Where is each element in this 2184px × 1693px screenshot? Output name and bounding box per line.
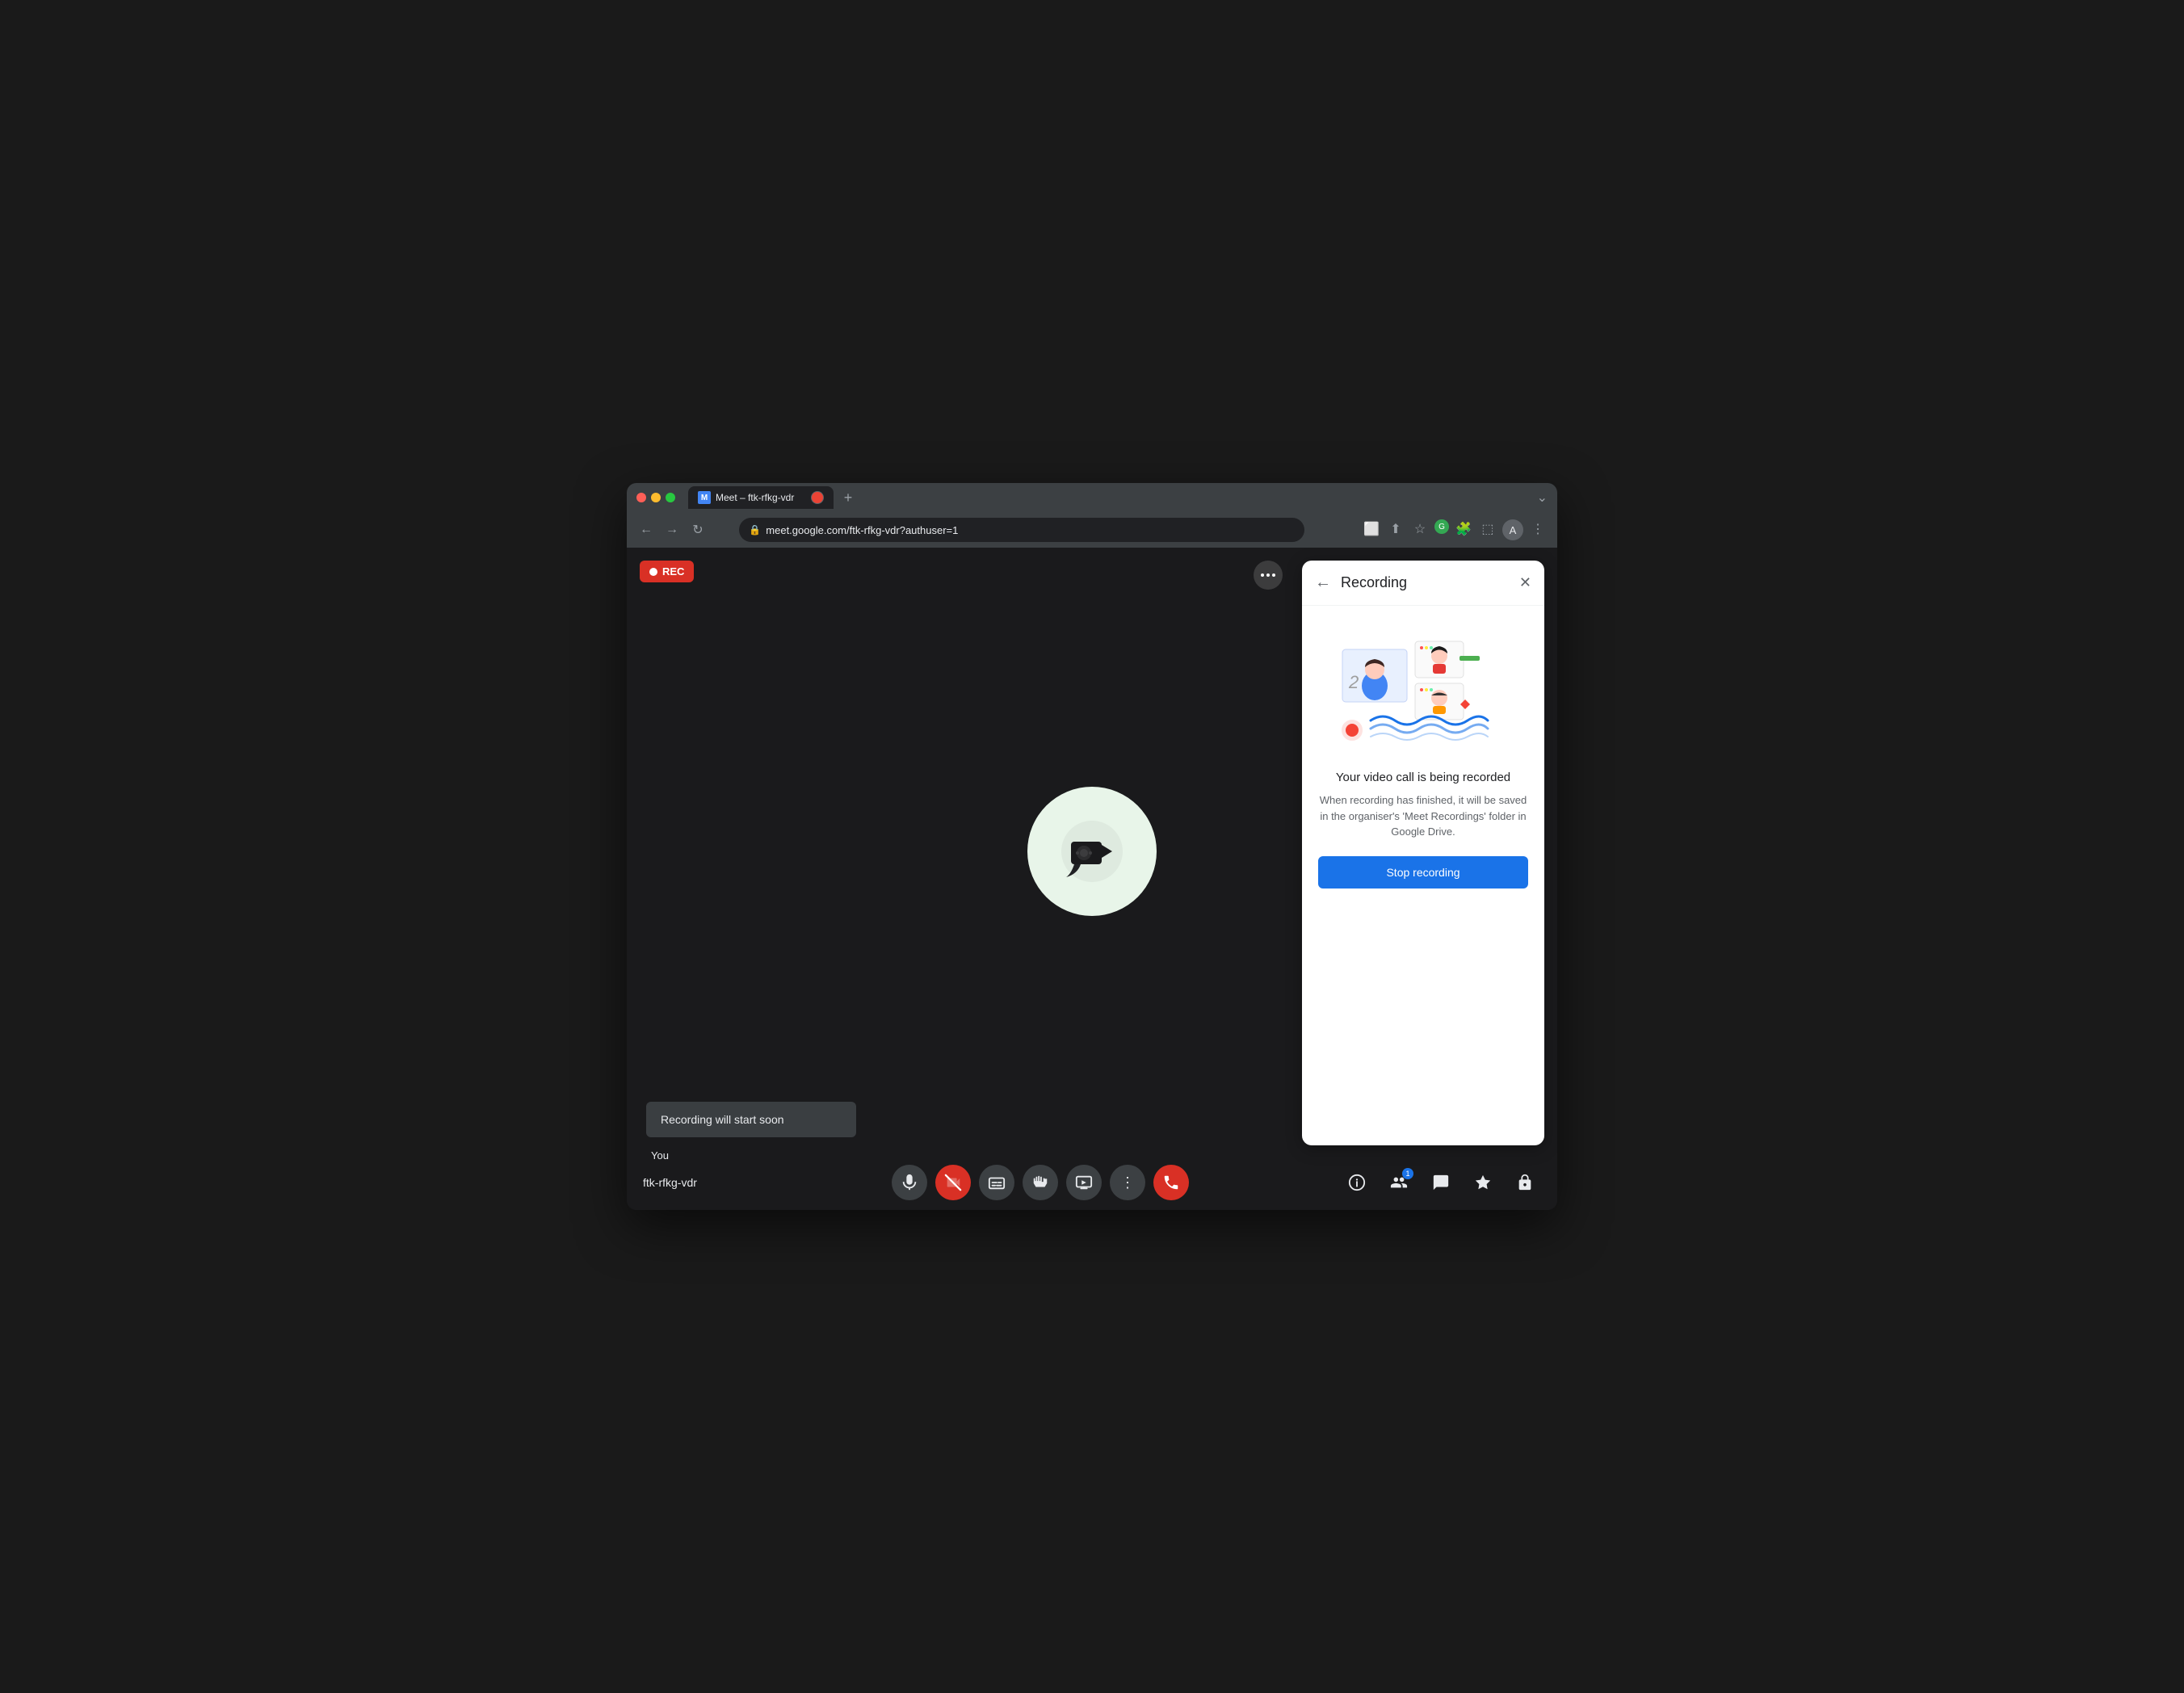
end-call-icon <box>1162 1174 1180 1191</box>
tab-recording-indicator <box>812 492 823 503</box>
svg-text:2: 2 <box>1348 672 1359 692</box>
more-options-button[interactable] <box>1254 561 1283 590</box>
recording-toast-text: Recording will start soon <box>661 1113 784 1126</box>
rec-label: REC <box>662 565 684 578</box>
active-tab[interactable]: M Meet – ftk-rfkg-vdr <box>688 486 834 509</box>
split-view-button[interactable]: ⬚ <box>1478 519 1497 539</box>
meet-content: REC <box>627 548 1557 1210</box>
forward-button[interactable]: → <box>662 520 682 540</box>
captions-button[interactable] <box>979 1165 1014 1200</box>
panel-title: Recording <box>1341 574 1510 591</box>
recording-panel: ← Recording ✕ <box>1302 561 1544 1145</box>
safety-button[interactable] <box>1509 1166 1541 1199</box>
extensions-button[interactable]: 🧩 <box>1454 519 1473 539</box>
maximize-window-button[interactable] <box>666 493 675 502</box>
refresh-icon: ↻ <box>692 522 703 538</box>
title-bar: M Meet – ftk-rfkg-vdr + ⌄ <box>627 483 1557 512</box>
profile-button[interactable]: A <box>1502 519 1523 540</box>
collapse-icon[interactable]: ⌄ <box>1537 489 1548 506</box>
controls-right: 1 <box>1341 1166 1541 1199</box>
bottom-bar: ftk-rfkg-vdr <box>627 1155 1557 1210</box>
panel-text-section: Your video call is being recorded When r… <box>1318 771 1528 840</box>
forward-icon: → <box>666 523 678 537</box>
people-badge: 1 <box>1402 1168 1413 1179</box>
info-icon <box>1348 1174 1366 1191</box>
mic-icon <box>901 1174 918 1191</box>
refresh-button[interactable]: ↻ <box>688 520 708 540</box>
panel-back-button[interactable]: ← <box>1315 573 1331 592</box>
browser-window: M Meet – ftk-rfkg-vdr + ⌄ ← → ↻ 🔒 meet.g… <box>627 483 1557 1210</box>
back-icon: ← <box>640 523 653 537</box>
more-chrome-button[interactable]: ⋮ <box>1528 519 1548 539</box>
three-dots-icon <box>1261 573 1275 577</box>
camera-placeholder <box>1027 787 1157 916</box>
browser-actions: ⬜ ⬆ ☆ G 🧩 ⬚ A ⋮ <box>1362 519 1548 540</box>
tab-bar: M Meet – ftk-rfkg-vdr + <box>688 486 1531 509</box>
minimize-window-button[interactable] <box>651 493 661 502</box>
present-icon <box>1075 1174 1093 1191</box>
panel-header: ← Recording ✕ <box>1302 561 1544 606</box>
close-icon: ✕ <box>1519 574 1531 591</box>
rec-badge: REC <box>640 561 694 582</box>
tab-favicon: M <box>698 491 711 504</box>
tab-close-button[interactable] <box>811 491 824 504</box>
share-button[interactable]: ⬆ <box>1386 519 1405 539</box>
more-button[interactable]: ⋮ <box>1110 1165 1145 1200</box>
captions-icon <box>988 1174 1006 1191</box>
panel-sub-text: When recording has finished, it will be … <box>1318 792 1528 840</box>
mic-button[interactable] <box>892 1165 927 1200</box>
meeting-name: ftk-rfkg-vdr <box>643 1176 740 1189</box>
window-controls: ⌄ <box>1537 489 1548 506</box>
tab-title: Meet – ftk-rfkg-vdr <box>716 492 794 503</box>
recording-illustration: 2 <box>1334 625 1512 754</box>
panel-main-text: Your video call is being recorded <box>1318 771 1528 784</box>
url-text: meet.google.com/ftk-rfkg-vdr?authuser=1 <box>766 524 958 536</box>
you-label: You <box>651 1149 669 1162</box>
bookmark-button[interactable]: ☆ <box>1410 519 1430 539</box>
camera-icon <box>1060 819 1124 884</box>
panel-body: 2 Your video call is being recorded When… <box>1302 606 1544 908</box>
stop-recording-button[interactable]: Stop recording <box>1318 856 1528 889</box>
new-tab-button[interactable]: + <box>837 486 859 509</box>
lock-icon: 🔒 <box>749 524 761 536</box>
people-button[interactable]: 1 <box>1383 1166 1415 1199</box>
recording-toast: Recording will start soon <box>646 1102 856 1137</box>
hand-icon <box>1031 1174 1049 1191</box>
close-window-button[interactable] <box>636 493 646 502</box>
more-vertical-icon: ⋮ <box>1120 1174 1135 1191</box>
safety-lock-icon <box>1516 1174 1534 1191</box>
activities-icon <box>1474 1174 1492 1191</box>
raise-hand-button[interactable] <box>1023 1165 1058 1200</box>
url-bar[interactable]: 🔒 meet.google.com/ftk-rfkg-vdr?authuser=… <box>739 518 1304 542</box>
google-account-icon[interactable]: G <box>1434 519 1449 534</box>
rec-dot <box>649 568 657 576</box>
activities-button[interactable] <box>1467 1166 1499 1199</box>
back-arrow-icon: ← <box>1315 573 1331 592</box>
video-off-icon <box>944 1174 962 1191</box>
controls-center: ⋮ <box>892 1165 1189 1200</box>
end-call-button[interactable] <box>1153 1165 1189 1200</box>
chat-button[interactable] <box>1425 1166 1457 1199</box>
present-button[interactable] <box>1066 1165 1102 1200</box>
chat-icon <box>1432 1174 1450 1191</box>
back-button[interactable]: ← <box>636 520 656 540</box>
panel-close-button[interactable]: ✕ <box>1519 574 1531 591</box>
traffic-lights <box>636 493 675 502</box>
camera-button[interactable]: ⬜ <box>1362 519 1381 539</box>
video-toggle-button[interactable] <box>935 1165 971 1200</box>
address-bar: ← → ↻ 🔒 meet.google.com/ftk-rfkg-vdr?aut… <box>627 512 1557 548</box>
info-button[interactable] <box>1341 1166 1373 1199</box>
